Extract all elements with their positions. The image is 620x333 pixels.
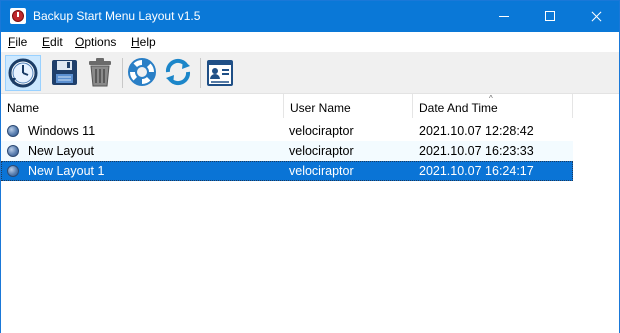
column-header-name[interactable]: Name [1,94,284,118]
layout-date: 2021.10.07 16:24:17 [419,164,534,178]
menu-edit[interactable]: Edit [42,35,63,49]
maximize-icon [545,11,555,21]
minimize-icon [499,16,509,17]
lifebuoy-icon [128,58,156,86]
close-button[interactable] [573,1,619,32]
menu-file[interactable]: File [8,35,27,49]
backup-icon [8,58,38,88]
layout-list[interactable]: Name User Name ^ Date And Time Windows 1… [1,94,619,333]
save-icon [52,60,77,85]
toolbar [1,52,619,94]
toolbar-separator [200,58,201,88]
id-card-icon [207,60,233,86]
restore-button[interactable] [125,55,161,91]
layout-bullet-icon [7,165,19,177]
layout-user: velociraptor [289,144,354,158]
column-header-date[interactable]: ^ Date And Time [413,94,573,118]
trash-icon [89,58,111,87]
refresh-icon [165,58,191,86]
maximize-button[interactable] [527,1,573,32]
app-clock-icon [10,8,26,24]
layout-bullet-icon [7,145,19,157]
menu-help[interactable]: Help [131,35,156,49]
menu-bar: File Edit Options Help [1,32,619,52]
toolbar-separator [122,58,123,88]
backup-button[interactable] [5,55,41,91]
title-bar[interactable]: Backup Start Menu Layout v1.5 [1,1,619,32]
layout-date: 2021.10.07 16:23:33 [419,144,534,158]
layout-date: 2021.10.07 12:28:42 [419,124,534,138]
window-title: Backup Start Menu Layout v1.5 [33,9,201,23]
layout-name: New Layout [28,144,95,158]
save-button[interactable] [47,55,83,91]
layout-name: Windows 11 [28,124,96,138]
minimize-button[interactable] [481,1,527,32]
list-item[interactable]: New Layout velociraptor 2021.10.07 16:23… [1,141,573,161]
layout-name: New Layout 1 [28,164,105,178]
list-item[interactable]: Windows 11 velociraptor 2021.10.07 12:28… [1,121,573,141]
layout-user: velociraptor [289,164,354,178]
layout-bullet-icon [7,125,19,137]
delete-button[interactable] [83,55,119,91]
column-header-user[interactable]: User Name [284,94,413,118]
menu-options[interactable]: Options [75,35,116,49]
layout-user: velociraptor [289,124,354,138]
app-window: Backup Start Menu Layout v1.5 File Edit … [0,0,620,333]
refresh-button[interactable] [161,55,197,91]
list-item-selected[interactable]: New Layout 1 velociraptor 2021.10.07 16:… [1,161,573,181]
properties-button[interactable] [203,55,239,91]
